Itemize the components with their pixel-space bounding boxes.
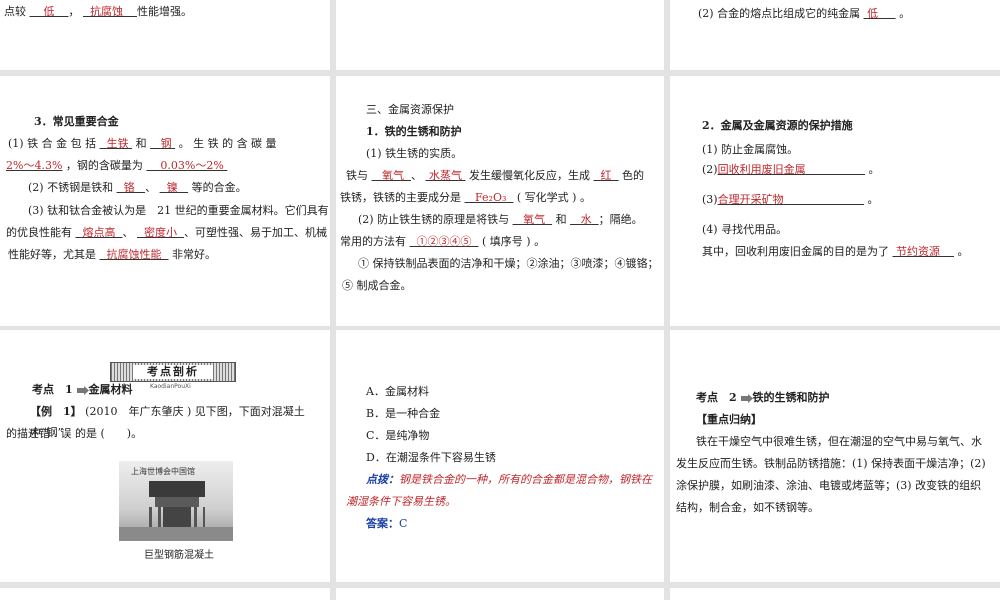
- option-c: C．是纯净物: [366, 429, 430, 442]
- topic-heading: 考点 1 金属材料: [32, 383, 133, 396]
- text-line: (1) 防止金属腐蚀。: [702, 143, 799, 156]
- text-line: (1) 铁生锈的实质。: [366, 147, 463, 160]
- section-title: 2．金属及金属资源的保护措施: [702, 119, 853, 132]
- text-line: 常用的方法有 ①②③④⑤ ( 填序号 ) 。: [340, 235, 546, 248]
- slide-5: 三、金属资源保护 1．铁的生锈和防护 (1) 铁生锈的实质。 铁与 氧气 、 水…: [336, 76, 664, 326]
- section-title: 三、金属资源保护: [366, 103, 454, 116]
- text-line: 其中，回收利用废旧金属的目的是为了 节约资源 。: [702, 245, 969, 258]
- answer-blank: 2%～4.3%: [6, 159, 63, 172]
- pointer-arrow-icon: [740, 393, 753, 403]
- answer-blank: 熔点高: [82, 226, 116, 239]
- option-d: D．在潮湿条件下容易生锈: [366, 451, 496, 464]
- banner-subtitle: KaodianPouXi: [150, 383, 191, 390]
- answer-blank: 节约资源: [896, 245, 940, 258]
- slide-10: [0, 588, 330, 600]
- answer-blank: 合理开采矿物: [717, 193, 784, 206]
- answer-blank: 密度小: [144, 226, 177, 239]
- summary-label: 【重点归纳】: [696, 413, 762, 426]
- text-line: (2) 不锈钢是铁和 铬 、 镍 等的合金。: [28, 181, 247, 194]
- text-line: (1) 铁 合 金 包 括 生铁 和 钢 。 生 铁 的 含 碳 量: [8, 137, 277, 150]
- photo-caption: 巨型钢筋混凝土: [144, 550, 214, 561]
- text-line: 点较 低 ， 抗腐蚀 性能增强。: [4, 5, 192, 18]
- answer-blank: ①②③④⑤: [416, 235, 472, 248]
- pointer-arrow-icon: [76, 385, 89, 395]
- text-line: ⑤ 制成合金。: [342, 279, 412, 292]
- slide-1: 点较 低 ， 抗腐蚀 性能增强。: [0, 0, 330, 70]
- text-line: 结构，制合金，如不锈钢等。: [676, 501, 819, 514]
- text-line: 铁锈，铁锈的主要成分是 Fe₂O₃ ( 写化学式 ) 。: [340, 191, 591, 204]
- answer-blank: 抗腐蚀: [90, 5, 123, 18]
- answer-blank: 回收利用废旧金属: [717, 163, 806, 176]
- text-line: (2) 合金的熔点比组成它的纯金属 低 。: [698, 7, 911, 20]
- answer-blank: 抗腐蚀性能: [106, 248, 162, 261]
- answer-blank: 红: [600, 169, 612, 182]
- slide-12: [670, 588, 1000, 600]
- hint-text-cont: 潮湿条件下容易生锈。: [346, 495, 456, 508]
- answer-blank: 低: [867, 7, 879, 20]
- section-title: 3．常见重要合金: [34, 115, 119, 128]
- text-line: 铁与 氧气 、 水蒸气 发生缓慢氧化反应，生成 红 色的: [346, 169, 644, 182]
- answer-blank: 镍: [166, 181, 178, 194]
- option-a: A．金属材料: [366, 385, 429, 398]
- answer-blank: Fe₂O₃: [475, 191, 507, 204]
- answer-blank: 钢: [160, 137, 172, 150]
- answer-blank: 0.03%～2%: [160, 159, 224, 172]
- text-line: (2) 防止铁生锈的原理是将铁与 氧气 和 水 ；隔绝。: [358, 213, 643, 226]
- slide-9: 考点 2 铁的生锈和防护 【重点归纳】 铁在干燥空气中很难生锈，但在潮湿的空气中…: [670, 330, 1000, 582]
- photo-inset-title: 上海世博会中国馆: [131, 467, 195, 476]
- answer-blank: 生铁: [106, 137, 129, 150]
- slide-2: [336, 0, 664, 70]
- topic-heading: 考点 2 铁的生锈和防护: [696, 391, 830, 404]
- answer-blank: 水蒸气: [429, 169, 462, 182]
- slide-3: (2) 合金的熔点比组成它的纯金属 低 。: [670, 0, 1000, 70]
- answer-blank: 铬: [123, 181, 135, 194]
- text-line: (3)合理开采矿物 。: [702, 193, 879, 206]
- answer-blank: 氧气: [382, 169, 404, 182]
- text-line: ① 保持铁制品表面的洁净和干燥；②涂油；③喷漆；④镀铬；: [358, 257, 659, 270]
- text-line: (3) 钛和钛合金被认为是 21 世纪的重要金属材料。它们具有: [28, 204, 329, 217]
- sub-title: 1．铁的生锈和防护: [366, 125, 462, 138]
- text-line: 涂保护膜，如刷油漆、涂油、电镀或烤蓝等；(3) 改变铁的组织: [676, 479, 982, 492]
- option-b: B．是一种合金: [366, 407, 441, 420]
- text-line: 2%～4.3% ，钢的含碳量为 0.03%～2%: [6, 156, 227, 177]
- text-line: (4) 寻找代用品。: [702, 223, 788, 236]
- text-line: (2)回收利用废旧金属 。: [702, 163, 880, 176]
- text-line: 的描述错 . 误 的是 ( )。: [6, 427, 143, 440]
- text-line: 的优良性能有 熔点高 、 密度小 、可塑性强、易于加工、机械: [6, 226, 327, 239]
- slide-7: 考点剖析 KaodianPouXi 考点 1 金属材料 【例 1】 (2010 …: [0, 330, 330, 582]
- answer-blank: 水: [580, 213, 592, 226]
- section-banner: 考点剖析: [110, 362, 236, 382]
- slide-11: [336, 588, 664, 600]
- answer-blank: 氧气: [523, 213, 546, 226]
- answer-line: 答案：C: [366, 517, 408, 530]
- slide-6: 2．金属及金属资源的保护措施 (1) 防止金属腐蚀。 (2)回收利用废旧金属 。…: [670, 76, 1000, 326]
- answer-blank: 低: [43, 5, 55, 18]
- china-pavilion-photo: 上海世博会中国馆: [119, 461, 233, 541]
- text-line: 发生反应而生锈。铁制品防锈措施：(1) 保持表面干燥洁净；(2): [676, 457, 986, 470]
- text-line: 性能好等，尤其是 抗腐蚀性能 非常好。: [8, 248, 216, 261]
- hint-text: 点拨：钢是铁合金的一种，所有的合金都是混合物，钢铁在: [366, 473, 652, 486]
- text-line: 铁在干燥空气中很难生锈，但在潮湿的空气中易与氧气、水: [696, 435, 982, 448]
- slide-8: A．金属材料 B．是一种合金 C．是纯净物 D．在潮湿条件下容易生锈 点拨：钢是…: [336, 330, 664, 582]
- slide-4: 3．常见重要合金 (1) 铁 合 金 包 括 生铁 和 钢 。 生 铁 的 含 …: [0, 76, 330, 326]
